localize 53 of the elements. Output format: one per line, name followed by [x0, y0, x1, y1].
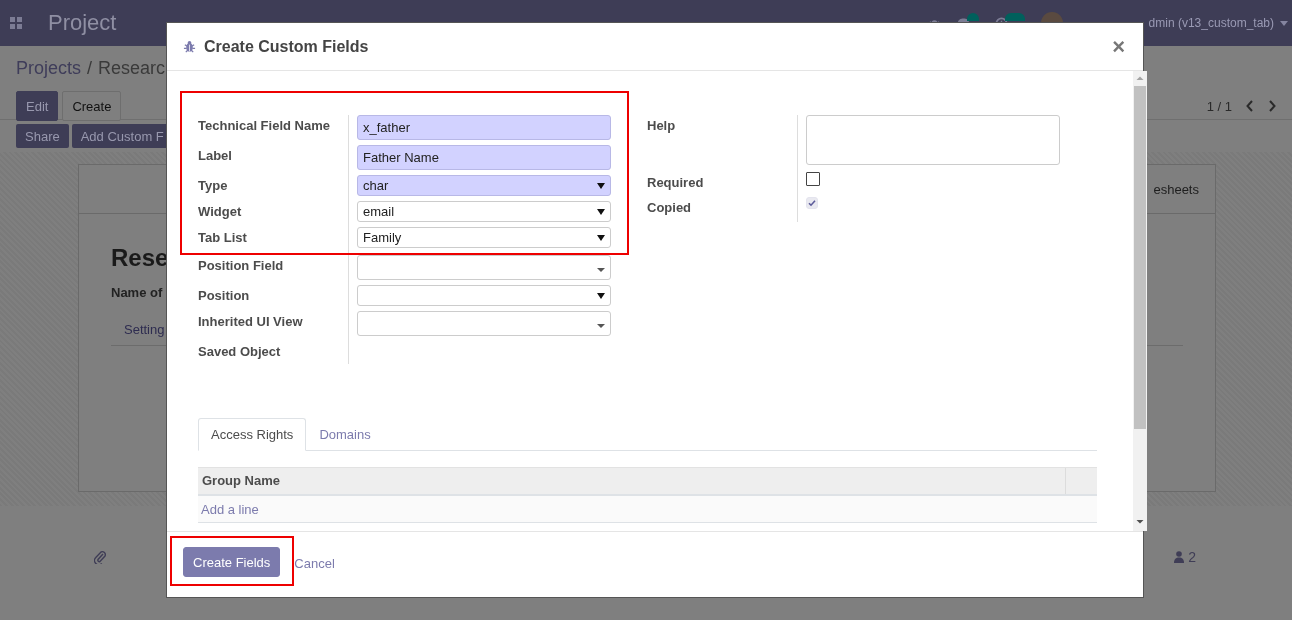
toolbar-button[interactable]: Edit — [16, 91, 59, 121]
dropdown-field[interactable] — [357, 311, 611, 336]
field-label: Name of — [111, 285, 163, 300]
user-menu[interactable]: dmin (v13_custom_tab) — [1148, 16, 1274, 30]
field-label: Required — [647, 174, 705, 192]
add-line-link[interactable]: Add a line — [201, 501, 259, 517]
field-label: Position — [198, 287, 251, 305]
field-label: Tab List — [198, 229, 248, 247]
chevron-left-icon[interactable] — [1246, 100, 1254, 112]
caret-icon — [1280, 20, 1288, 26]
select-field[interactable]: char — [357, 175, 611, 196]
notebook-tab[interactable]: Domains — [306, 418, 384, 451]
apps-grid-icon[interactable] — [10, 17, 22, 29]
notebook-tab[interactable]: Setting — [124, 322, 165, 337]
field-label: Widget — [198, 203, 243, 221]
dialog-title: Create Custom Fields — [204, 37, 369, 56]
dropdown-field[interactable] — [357, 255, 611, 280]
notification-badge — [966, 13, 979, 21]
field-label: Technical Field Name — [198, 117, 331, 135]
notebook-tab[interactable]: Access Rights — [198, 418, 307, 451]
select-field[interactable]: email — [357, 201, 611, 222]
create-fields-button[interactable]: Create Fields — [183, 547, 281, 577]
bug-icon — [183, 40, 196, 53]
person-icon — [1174, 551, 1185, 563]
record-title: Rese — [111, 244, 169, 272]
checkbox[interactable] — [806, 172, 820, 186]
follower-count[interactable]: 2 — [1188, 549, 1196, 565]
select-field[interactable] — [357, 285, 611, 306]
cancel-link[interactable]: Cancel — [294, 556, 335, 571]
select-field[interactable]: Family — [357, 227, 611, 248]
breadcrumb-link[interactable]: Projects — [16, 58, 82, 80]
input-field[interactable]: x_father — [357, 115, 611, 140]
field-label: Help — [647, 117, 677, 135]
app-title: Project — [48, 10, 117, 36]
field-label: Type — [198, 177, 229, 195]
field-label: Inherited UI View — [198, 313, 304, 331]
scrollbar[interactable] — [1133, 71, 1147, 531]
field-label: Position Field — [198, 257, 285, 275]
close-button[interactable]: × — [1110, 35, 1127, 58]
notification-badge — [1004, 13, 1025, 21]
toolbar-button[interactable]: Create — [62, 91, 122, 121]
column-header[interactable]: Group Name — [198, 468, 1065, 494]
field-label: Copied — [647, 199, 693, 217]
chevron-right-icon[interactable] — [1268, 100, 1276, 112]
text-area[interactable] — [806, 115, 1060, 165]
input-field[interactable]: Father Name — [357, 145, 611, 170]
field-label: Label — [198, 147, 233, 165]
pager-counter: 1 / 1 — [1206, 98, 1232, 114]
action-button[interactable]: Share — [16, 124, 69, 148]
paperclip-icon[interactable] — [94, 550, 106, 564]
field-label: Saved Object — [198, 343, 282, 361]
breadcrumb-separator: / — [87, 58, 93, 80]
breadcrumb-current: Researc — [98, 58, 166, 80]
